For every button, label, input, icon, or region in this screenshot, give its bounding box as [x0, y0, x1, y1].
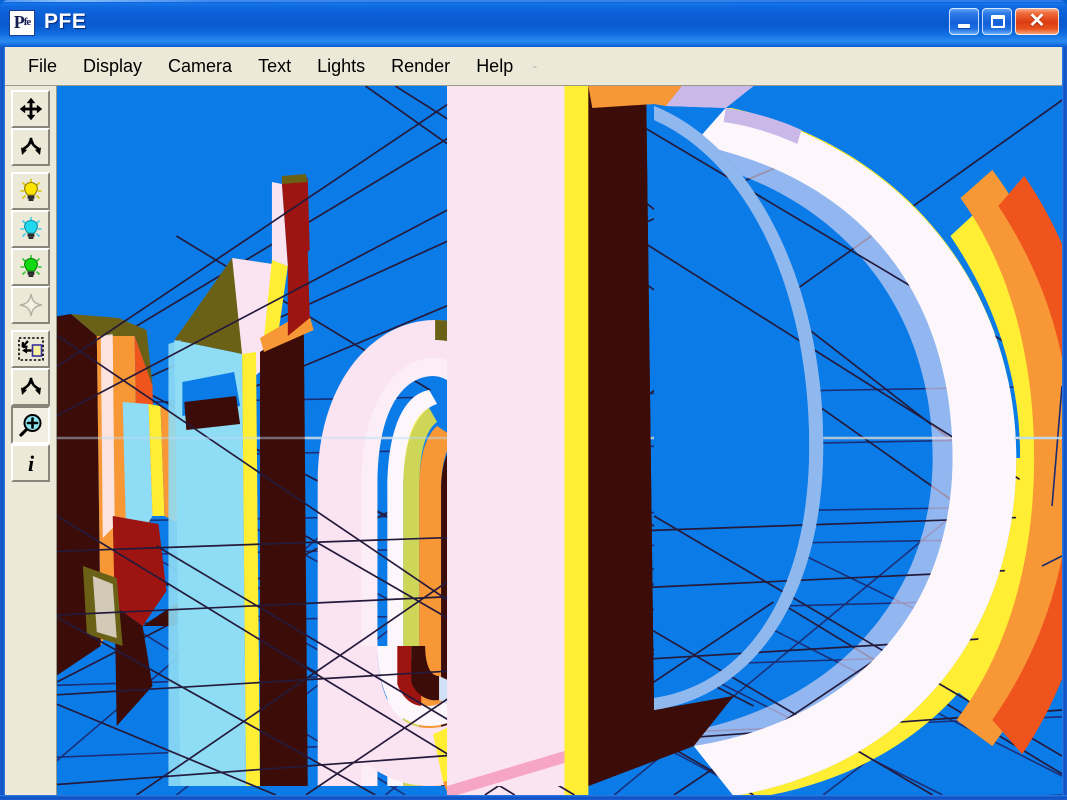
menu-item-camera[interactable]: Camera — [155, 53, 245, 80]
menu-item-text[interactable]: Text — [245, 53, 304, 80]
menu-item-help[interactable]: Help — [463, 53, 526, 80]
cyan-lightbulb-icon — [18, 216, 44, 242]
green-lightbulb-icon — [18, 254, 44, 280]
rotate-arrows-icon — [18, 375, 44, 399]
menu-item-display[interactable]: Display — [70, 53, 155, 80]
zoom-in-tool-button[interactable] — [11, 406, 50, 444]
yellow-lightbulb-icon — [18, 178, 44, 204]
3d-scene — [57, 86, 1062, 795]
rotate-tool-button[interactable] — [11, 128, 50, 166]
magnifier-plus-icon — [18, 412, 44, 438]
move-tool-button[interactable] — [11, 90, 50, 128]
four-point-star-icon — [18, 292, 44, 318]
light-yellow-button[interactable] — [11, 172, 50, 210]
menu-trailing-mark: - — [532, 58, 537, 75]
window-controls: ✕ — [949, 8, 1059, 38]
specular-highlight-button[interactable] — [11, 286, 50, 324]
close-icon: ✕ — [1016, 9, 1058, 34]
app-icon-subletters: fe — [24, 13, 31, 31]
four-way-arrow-icon — [19, 97, 43, 121]
toolbar-group-navigation — [5, 90, 56, 166]
tool-palette: i — [5, 86, 57, 795]
client-area: i — [5, 86, 1062, 795]
pfe-app-icon: Pfe — [9, 10, 35, 36]
svg-text:i: i — [27, 451, 34, 476]
light-cyan-button[interactable] — [11, 210, 50, 248]
menu-item-render[interactable]: Render — [378, 53, 463, 80]
minimize-icon — [958, 24, 970, 28]
close-button[interactable]: ✕ — [1015, 8, 1059, 35]
title-bar[interactable]: Pfe PFE ✕ — [0, 0, 1067, 47]
rotate-arrows-icon — [18, 135, 44, 159]
menu-item-file[interactable]: File — [15, 53, 70, 80]
light-green-button[interactable] — [11, 248, 50, 286]
info-tool-button[interactable]: i — [11, 444, 50, 482]
fit-selection-icon — [18, 337, 44, 361]
window-title: PFE — [44, 10, 86, 34]
maximize-button[interactable] — [982, 8, 1012, 35]
3d-render-viewport[interactable] — [57, 86, 1062, 795]
window-frame-left — [0, 47, 5, 800]
toolbar-group-lights — [5, 172, 56, 324]
application-window: Pfe PFE ✕ File Display Camera Text Light… — [0, 0, 1067, 800]
menu-item-lights[interactable]: Lights — [304, 53, 378, 80]
menu-bar: File Display Camera Text Lights Render H… — [5, 47, 1062, 86]
app-icon-letter: P — [14, 13, 24, 31]
fit-to-window-button[interactable] — [11, 330, 50, 368]
window-frame-right — [1062, 47, 1067, 800]
window-frame-bottom — [0, 795, 1067, 800]
minimize-button[interactable] — [949, 8, 979, 35]
maximize-icon — [991, 15, 1005, 28]
title-bar-highlight — [0, 0, 1067, 2]
toolbar-group-view: i — [5, 330, 56, 482]
orbit-tool-button[interactable] — [11, 368, 50, 406]
info-italic-i-icon: i — [20, 450, 42, 476]
